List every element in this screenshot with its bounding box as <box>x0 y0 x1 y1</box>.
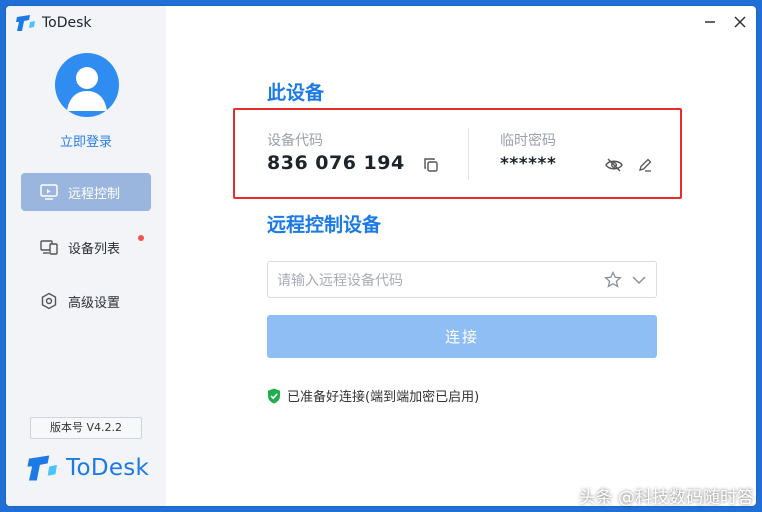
close-icon <box>734 16 746 28</box>
eye-hidden-icon <box>605 158 623 172</box>
this-device-title: 此设备 <box>267 82 325 104</box>
connection-status: 已准备好连接(端到端加密已启用) <box>267 386 479 405</box>
todesk-logo-icon <box>16 15 35 31</box>
sidebar: ToDesk 立即登录 远程控制 设备列表 高级设置 版本号 V4.2.2 To… <box>6 6 166 506</box>
sidebar-item-label: 远程控制 <box>68 186 121 202</box>
notification-badge <box>138 235 144 241</box>
copy-icon <box>424 158 438 172</box>
bottom-logo: ToDesk <box>26 454 149 482</box>
device-code-label: 设备代码 <box>267 133 323 149</box>
version-label: 版本号 V4.2.2 <box>30 417 142 439</box>
device-info-panel: 设备代码 836 076 194 临时密码 ****** <box>233 108 682 199</box>
remote-code-input[interactable] <box>275 262 599 299</box>
remote-control-icon <box>40 184 58 200</box>
avatar[interactable] <box>55 53 119 117</box>
login-link[interactable]: 立即登录 <box>6 131 166 150</box>
sidebar-item-advanced-settings[interactable]: 高级设置 <box>21 282 151 320</box>
app-window: ToDesk 立即登录 远程控制 设备列表 高级设置 版本号 V4.2.2 To… <box>6 6 756 506</box>
copy-code-button[interactable] <box>422 156 440 174</box>
chevron-down-icon <box>632 276 646 285</box>
minimize-button[interactable] <box>702 14 718 30</box>
sidebar-item-device-list[interactable]: 设备列表 <box>21 228 151 266</box>
sidebar-item-remote-control[interactable]: 远程控制 <box>21 173 151 211</box>
remote-code-field[interactable] <box>267 261 657 299</box>
remote-device-title: 远程控制设备 <box>267 214 382 236</box>
device-code-value: 836 076 194 <box>267 152 405 174</box>
user-avatar-icon <box>67 67 107 111</box>
sidebar-item-label: 高级设置 <box>68 295 121 311</box>
minimize-icon <box>705 21 715 23</box>
window-controls <box>702 14 748 30</box>
star-icon <box>604 271 622 288</box>
watermark: 头条 @科技数码随时答 <box>578 488 754 508</box>
settings-icon <box>41 292 57 310</box>
shield-check-icon <box>268 388 280 403</box>
sidebar-item-label: 设备列表 <box>68 241 121 257</box>
close-button[interactable] <box>732 14 748 30</box>
temp-password-label: 临时密码 <box>500 133 556 149</box>
favorite-button[interactable] <box>604 271 622 289</box>
title-logo: ToDesk <box>16 14 92 32</box>
panel-divider <box>468 128 469 180</box>
history-dropdown-button[interactable] <box>630 271 648 289</box>
todesk-logo-icon <box>27 455 57 481</box>
pencil-icon <box>639 158 652 172</box>
connect-button[interactable]: 连接 <box>267 315 657 358</box>
device-list-icon <box>40 240 58 255</box>
app-title: ToDesk <box>42 15 92 31</box>
toggle-password-visibility-button[interactable] <box>605 156 623 174</box>
status-text: 已准备好连接(端到端加密已启用) <box>287 390 480 405</box>
temp-password-value: ****** <box>500 154 557 174</box>
edit-password-button[interactable] <box>636 156 654 174</box>
brand-name: ToDesk <box>66 455 150 481</box>
